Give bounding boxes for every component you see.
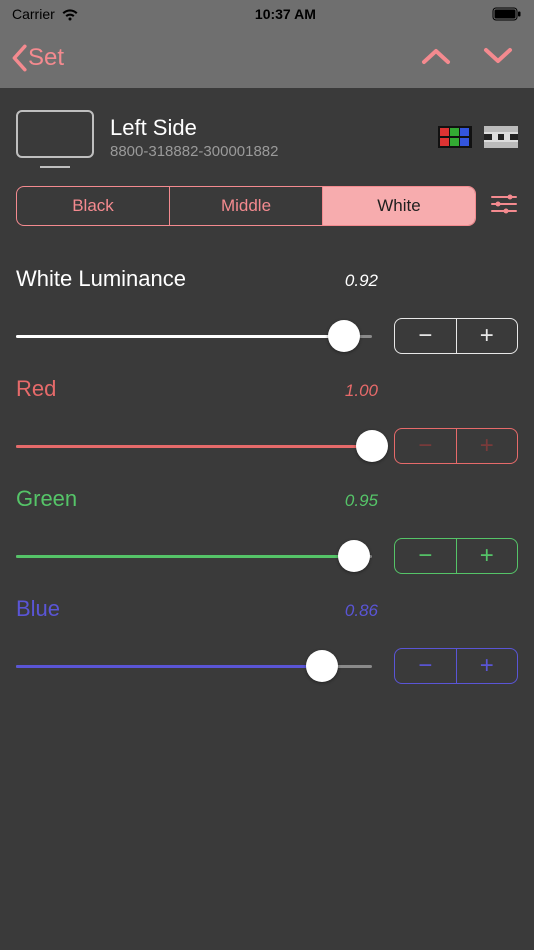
param-label-green: Green	[16, 486, 77, 512]
slider-red[interactable]	[16, 431, 372, 461]
tab-black[interactable]: Black	[17, 187, 170, 225]
tab-middle[interactable]: Middle	[170, 187, 323, 225]
slider-blue[interactable]	[16, 651, 372, 681]
decrement-button[interactable]: −	[395, 649, 457, 683]
param-blue: Blue 0.86 −+	[16, 596, 518, 684]
slider-green[interactable]	[16, 541, 372, 571]
device-serial: 8800-318882-300001882	[110, 143, 422, 160]
param-red: Red 1.00 −+	[16, 376, 518, 464]
slider-thumb[interactable]	[338, 540, 370, 572]
decrement-button[interactable]: −	[395, 539, 457, 573]
slider-luminance[interactable]	[16, 321, 372, 351]
param-value-blue: 0.86	[345, 601, 378, 621]
increment-button[interactable]: +	[457, 319, 518, 353]
back-label: Set	[28, 44, 64, 72]
grayscale-pattern-button[interactable]	[484, 126, 518, 148]
param-label-luminance: White Luminance	[16, 266, 186, 292]
increment-button[interactable]: +	[457, 649, 518, 683]
slider-thumb[interactable]	[306, 650, 338, 682]
param-label-blue: Blue	[16, 596, 60, 622]
monitor-icon	[16, 110, 94, 164]
chevron-left-icon	[10, 44, 28, 72]
device-header: Left Side 8800-318882-300001882	[0, 88, 534, 186]
increment-button[interactable]: +	[457, 539, 518, 573]
battery-icon	[492, 7, 522, 21]
stepper-luminance: −+	[394, 318, 518, 354]
param-green: Green 0.95 −+	[16, 486, 518, 574]
slider-thumb[interactable]	[328, 320, 360, 352]
sliders-icon	[490, 192, 518, 216]
clock-label: 10:37 AM	[255, 6, 316, 22]
decrement-button[interactable]: −	[395, 319, 457, 353]
chevron-down-icon	[482, 46, 514, 66]
stepper-blue: −+	[394, 648, 518, 684]
param-value-green: 0.95	[345, 491, 378, 511]
stepper-green: −+	[394, 538, 518, 574]
level-segmented: Black Middle White	[16, 186, 476, 226]
color-pattern-button[interactable]	[438, 126, 472, 148]
tab-white[interactable]: White	[323, 187, 475, 225]
param-luminance: White Luminance 0.92 −+	[16, 266, 518, 354]
status-bar: Carrier 10:37 AM	[0, 0, 534, 28]
back-button[interactable]: Set	[10, 44, 64, 72]
param-label-red: Red	[16, 376, 56, 402]
slider-thumb[interactable]	[356, 430, 388, 462]
carrier-label: Carrier	[12, 6, 55, 22]
decrement-button[interactable]: −	[395, 429, 457, 463]
stepper-red: −+	[394, 428, 518, 464]
prev-button[interactable]	[420, 46, 452, 71]
nav-bar: Set	[0, 28, 534, 88]
settings-button[interactable]	[490, 192, 518, 221]
wifi-icon	[61, 8, 79, 21]
device-title: Left Side	[110, 115, 422, 141]
chevron-up-icon	[420, 46, 452, 66]
param-value-luminance: 0.92	[345, 271, 378, 291]
increment-button[interactable]: +	[457, 429, 518, 463]
param-value-red: 1.00	[345, 381, 378, 401]
next-button[interactable]	[482, 46, 514, 71]
